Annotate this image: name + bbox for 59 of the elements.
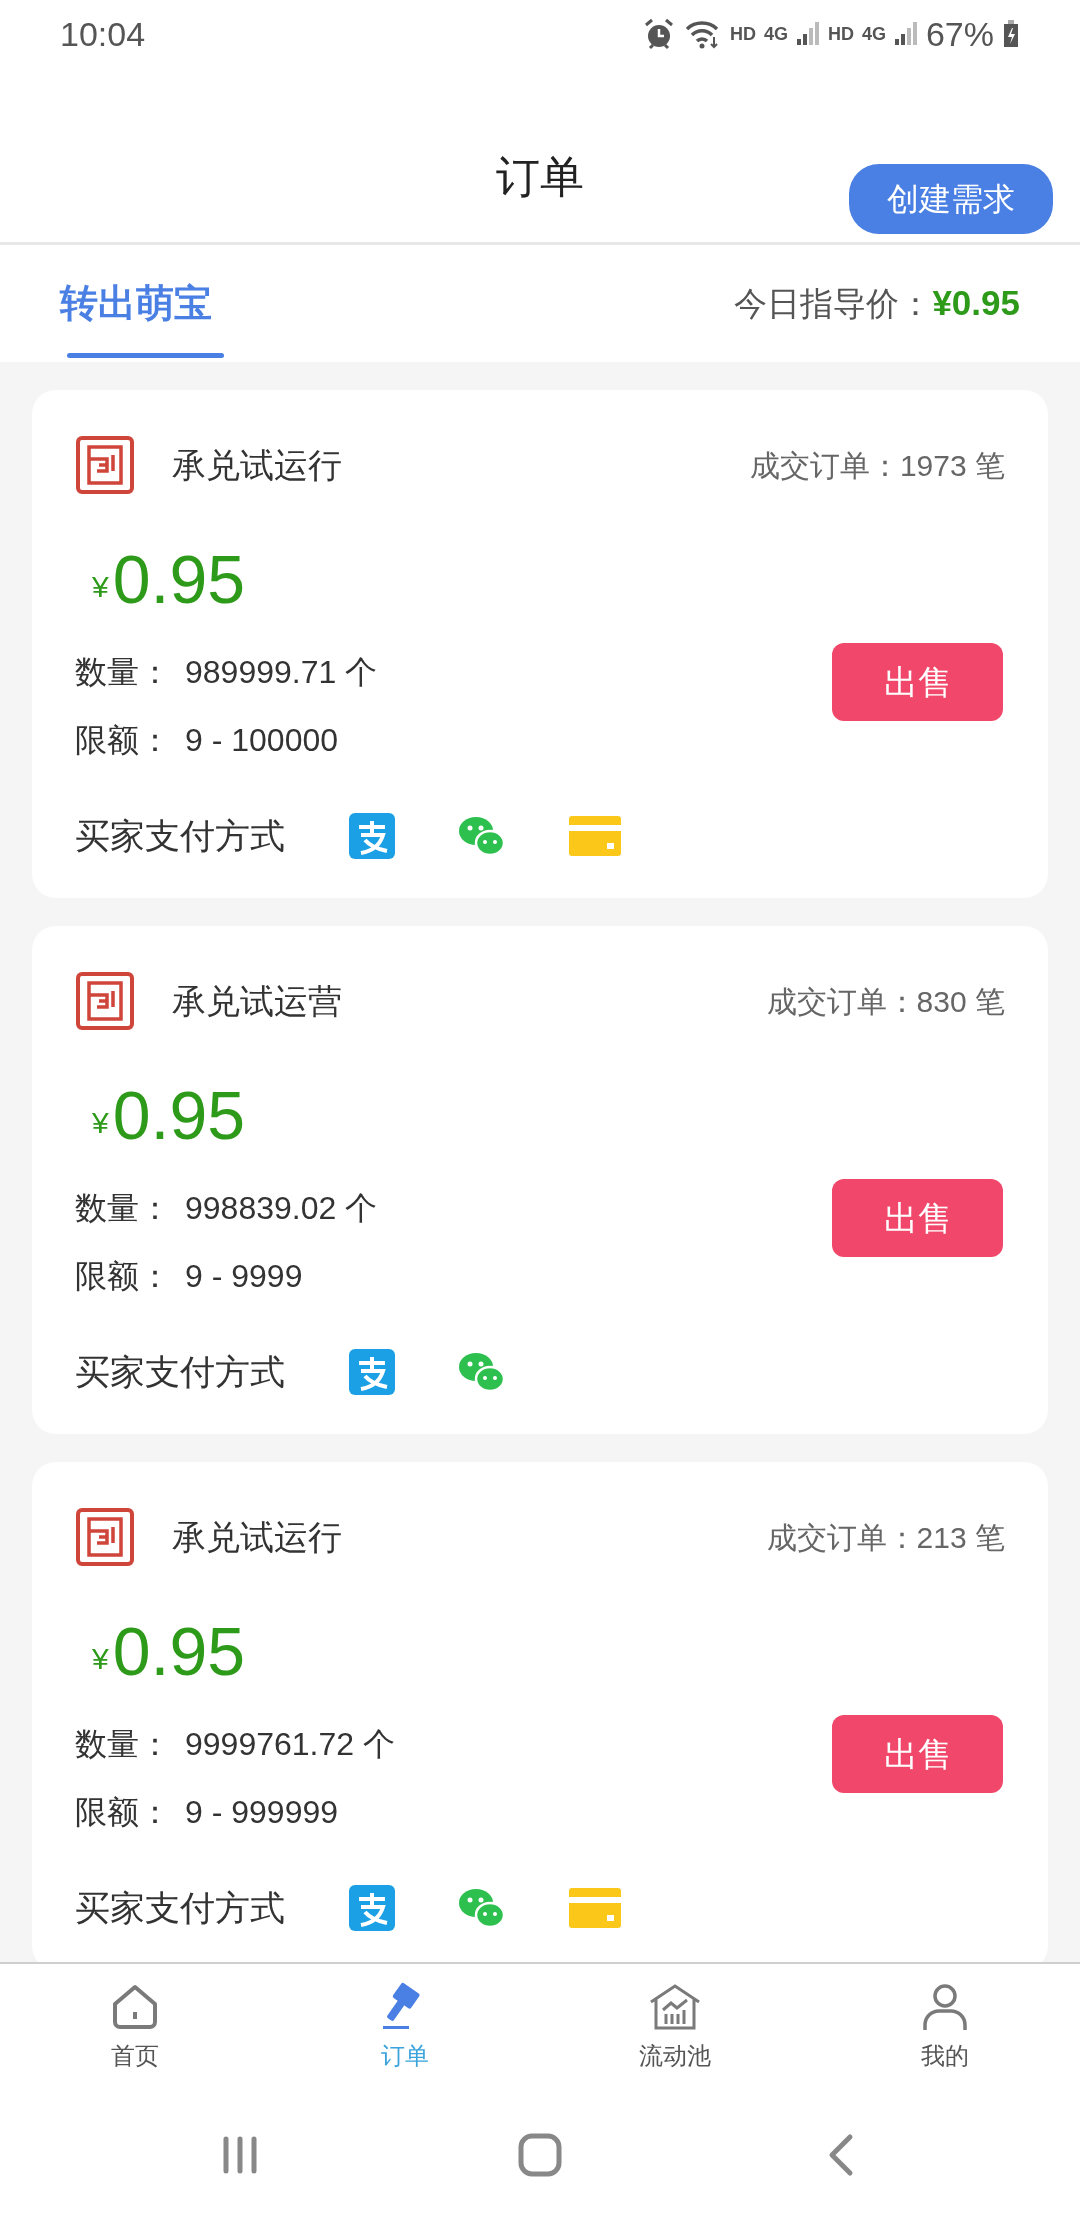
sell-button[interactable]: 出售 (832, 1715, 1003, 1793)
quantity-label: 数量： (75, 1189, 172, 1228)
nav-tab[interactable]: 订单 (270, 1964, 540, 2090)
sell-button[interactable]: 出售 (832, 643, 1003, 721)
network-label: HD (827, 22, 854, 46)
price: 0.95 (112, 1077, 246, 1153)
quantity-value: 998839.02 个 (185, 1189, 378, 1228)
quantity-label: 数量： (75, 1725, 172, 1764)
limit-label: 限额： (75, 1257, 172, 1296)
page-title: 订单 (496, 151, 584, 203)
nav-tab[interactable]: 首页 (0, 1964, 270, 2090)
payment-methods-label: 买家支付方式 (75, 1886, 285, 1929)
quantity-value: 9999761.72 个 (185, 1725, 395, 1764)
nav-tab[interactable]: 流动池 (540, 1964, 810, 2090)
tab[interactable]: 转出萌宝 (42, 245, 230, 362)
network-label: 4G (763, 22, 788, 46)
price: 0.95 (112, 541, 246, 617)
alipay-icon (349, 1885, 395, 1931)
seal-logo-icon (75, 971, 135, 1031)
merchant-name: 承兑试运营 (172, 980, 342, 1022)
sell-button[interactable]: 出售 (832, 1179, 1003, 1257)
limit-label: 限额： (75, 1793, 172, 1832)
home-icon[interactable] (111, 1982, 159, 2032)
card-icon (569, 814, 621, 858)
quantity-label: 数量： (75, 653, 172, 692)
price: 0.95 (112, 1613, 246, 1689)
currency-symbol: ¥ (92, 1105, 109, 1141)
signal-icon (795, 21, 820, 47)
payment-methods-label: 买家支付方式 (75, 814, 285, 857)
limit-value: 9 - 100000 (185, 721, 338, 760)
network-label: 4G (861, 22, 886, 46)
guide-price: ¥0.95 (932, 282, 1020, 325)
battery-icon (1002, 19, 1020, 49)
order-count: 成交订单：830 笔 (766, 983, 1005, 1020)
person-icon[interactable] (921, 1982, 969, 2032)
network-label: HD (729, 22, 756, 46)
signal-icon (893, 21, 918, 47)
guide-price-label: 今日指导价： (734, 283, 933, 324)
order-count: 成交订单：1973 笔 (749, 447, 1005, 484)
order-count: 成交订单：213 笔 (766, 1519, 1005, 1556)
home-button-icon[interactable] (518, 2133, 562, 2177)
currency-symbol: ¥ (92, 569, 109, 605)
limit-value: 9 - 999999 (185, 1793, 338, 1832)
nav-tab[interactable]: 我的 (810, 1964, 1080, 2090)
seal-logo-icon (75, 1507, 135, 1567)
limit-value: 9 - 9999 (185, 1257, 303, 1296)
alipay-icon (349, 813, 395, 859)
seal-logo-icon (75, 435, 135, 495)
battery-percent: 67% (925, 13, 994, 55)
currency-symbol: ¥ (92, 1641, 109, 1677)
quantity-value: 989999.71 个 (185, 653, 378, 692)
merchant-name: 承兑试运行 (172, 1516, 342, 1558)
payment-methods-label: 买家支付方式 (75, 1350, 285, 1393)
limit-label: 限额： (75, 721, 172, 760)
create-request-button[interactable]: 创建需求 (849, 164, 1053, 234)
alipay-icon (349, 1349, 395, 1395)
card-icon (569, 1886, 621, 1930)
status-time: 10:04 (60, 13, 146, 55)
merchant-name: 承兑试运行 (172, 444, 342, 486)
